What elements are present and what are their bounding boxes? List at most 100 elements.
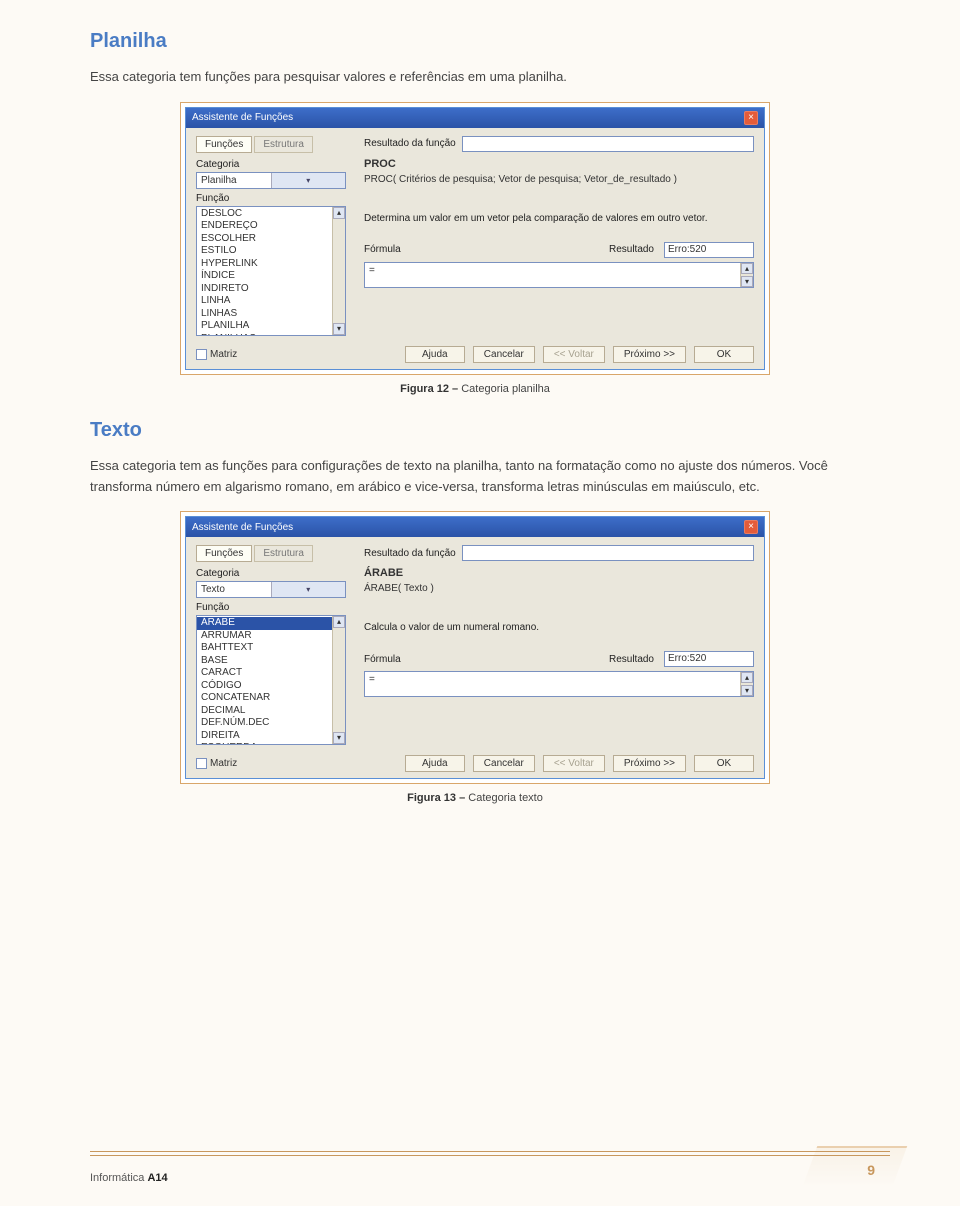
formula-value: = [369,265,375,276]
close-icon[interactable]: × [744,520,758,534]
combo-categoria-value: Planilha [197,175,271,186]
figure-13-caption: Figura 13 – Categoria texto [90,792,860,804]
section-texto-title: Texto [90,419,860,442]
scroll-down-icon[interactable]: ▾ [333,732,345,744]
ajuda-button[interactable]: Ajuda [405,346,465,363]
scroll-up-icon[interactable]: ▴ [741,263,753,274]
list-item[interactable]: DEF.NÚM.DEC [197,717,345,730]
label-categoria: Categoria [196,568,346,579]
dialog-title: Assistente de Funções [192,112,293,123]
dialog-titlebar[interactable]: Assistente de Funções × [186,517,764,537]
ok-button[interactable]: OK [694,346,754,363]
list-item[interactable]: CONCATENAR [197,692,345,705]
scroll-up-icon[interactable]: ▴ [333,207,345,219]
list-item[interactable]: PLANILHA [197,320,345,333]
scrollbar[interactable]: ▴ ▾ [332,616,345,744]
figure-13-container: Assistente de Funções × Funções Estrutur… [180,511,770,784]
tab-funcoes[interactable]: Funções [196,136,252,153]
combo-categoria[interactable]: Planilha ▾ [196,172,346,189]
chevron-down-icon[interactable]: ▾ [271,582,346,597]
label-resultado-funcao: Resultado da função [364,548,456,559]
field-resultado-funcao[interactable] [462,136,754,152]
list-item[interactable]: BASE [197,655,345,668]
cancelar-button[interactable]: Cancelar [473,755,535,772]
tab-estrutura[interactable]: Estrutura [254,136,313,153]
dialog-assistente-funcoes-1: Assistente de Funções × Funções Estrutur… [185,107,765,370]
close-icon[interactable]: × [744,111,758,125]
figure-12-container: Assistente de Funções × Funções Estrutur… [180,102,770,375]
scroll-up-icon[interactable]: ▴ [333,616,345,628]
proximo-button[interactable]: Próximo >> [613,755,686,772]
list-item[interactable]: PLANILHAS [197,333,345,336]
figure-12-caption: Figura 12 – Categoria planilha [90,383,860,395]
list-item[interactable]: ESCOLHER [197,233,345,246]
list-item[interactable]: ÍNDICE [197,270,345,283]
checkbox-matriz[interactable]: Matriz [196,349,237,360]
field-resultado[interactable]: Erro:520 [664,242,754,258]
label-matriz: Matriz [210,758,237,769]
ok-button[interactable]: OK [694,755,754,772]
list-item[interactable]: DESLOC [197,208,345,221]
function-name: PROC [364,158,754,170]
footer-rule [90,1154,890,1156]
cancelar-button[interactable]: Cancelar [473,346,535,363]
list-item[interactable]: CARACT [197,667,345,680]
footer-label: Informática A14 [90,1172,168,1184]
scrollbar[interactable]: ▴ ▾ [332,207,345,335]
label-resultado-funcao: Resultado da função [364,138,456,149]
listbox-funcao[interactable]: DESLOCENDEREÇOESCOLHERESTILOHYPERLINKÍND… [196,206,346,336]
voltar-button[interactable]: << Voltar [543,755,605,772]
formula-textarea[interactable]: = ▴▾ [364,671,754,697]
list-item[interactable]: ESTILO [197,245,345,258]
tab-estrutura[interactable]: Estrutura [254,545,313,562]
proximo-button[interactable]: Próximo >> [613,346,686,363]
function-signature: ÁRABE( Texto ) [364,583,754,594]
scroll-down-icon[interactable]: ▾ [741,276,753,287]
list-item[interactable]: DIREITA [197,730,345,743]
combo-categoria[interactable]: Texto ▾ [196,581,346,598]
list-item[interactable]: ENDEREÇO [197,220,345,233]
formula-value: = [369,674,375,685]
page-corner-decor [803,1146,908,1186]
function-description: Calcula o valor de um numeral romano. [364,622,754,633]
list-item[interactable]: HYPERLINK [197,258,345,271]
field-resultado-funcao[interactable] [462,545,754,561]
section-planilha-para: Essa categoria tem funções para pesquisa… [90,67,860,88]
ajuda-button[interactable]: Ajuda [405,755,465,772]
list-item[interactable]: ÁRABE [197,617,345,630]
list-item[interactable]: LINHA [197,295,345,308]
dialog-tabs: Funções Estrutura [196,545,346,562]
scroll-up-icon[interactable]: ▴ [741,672,753,683]
function-name: ÁRABE [364,567,754,579]
list-item[interactable]: INDIRETO [197,283,345,296]
label-formula: Fórmula [364,654,401,665]
tab-funcoes[interactable]: Funções [196,545,252,562]
scrollbar[interactable]: ▴▾ [740,672,753,696]
function-description: Determina um valor em um vetor pela comp… [364,213,754,224]
label-funcao: Função [196,602,346,613]
dialog-assistente-funcoes-2: Assistente de Funções × Funções Estrutur… [185,516,765,779]
field-resultado[interactable]: Erro:520 [664,651,754,667]
scroll-down-icon[interactable]: ▾ [741,685,753,696]
formula-textarea[interactable]: = ▴▾ [364,262,754,288]
listbox-funcao[interactable]: ÁRABEARRUMARBAHTTEXTBASECARACTCÓDIGOCONC… [196,615,346,745]
function-signature: PROC( Critérios de pesquisa; Vetor de pe… [364,174,754,185]
section-planilha-title: Planilha [90,30,860,53]
combo-categoria-value: Texto [197,584,271,595]
label-resultado: Resultado [609,244,654,255]
scroll-down-icon[interactable]: ▾ [333,323,345,335]
dialog-tabs: Funções Estrutura [196,136,346,153]
list-item[interactable]: CÓDIGO [197,680,345,693]
list-item[interactable]: LINHAS [197,308,345,321]
label-resultado: Resultado [609,654,654,665]
list-item[interactable]: ESQUERDA [197,742,345,745]
dialog-titlebar[interactable]: Assistente de Funções × [186,108,764,128]
chevron-down-icon[interactable]: ▾ [271,173,346,188]
voltar-button[interactable]: << Voltar [543,346,605,363]
list-item[interactable]: BAHTTEXT [197,642,345,655]
scrollbar[interactable]: ▴▾ [740,263,753,287]
list-item[interactable]: DECIMAL [197,705,345,718]
list-item[interactable]: ARRUMAR [197,630,345,643]
checkbox-matriz[interactable]: Matriz [196,758,237,769]
label-matriz: Matriz [210,349,237,360]
